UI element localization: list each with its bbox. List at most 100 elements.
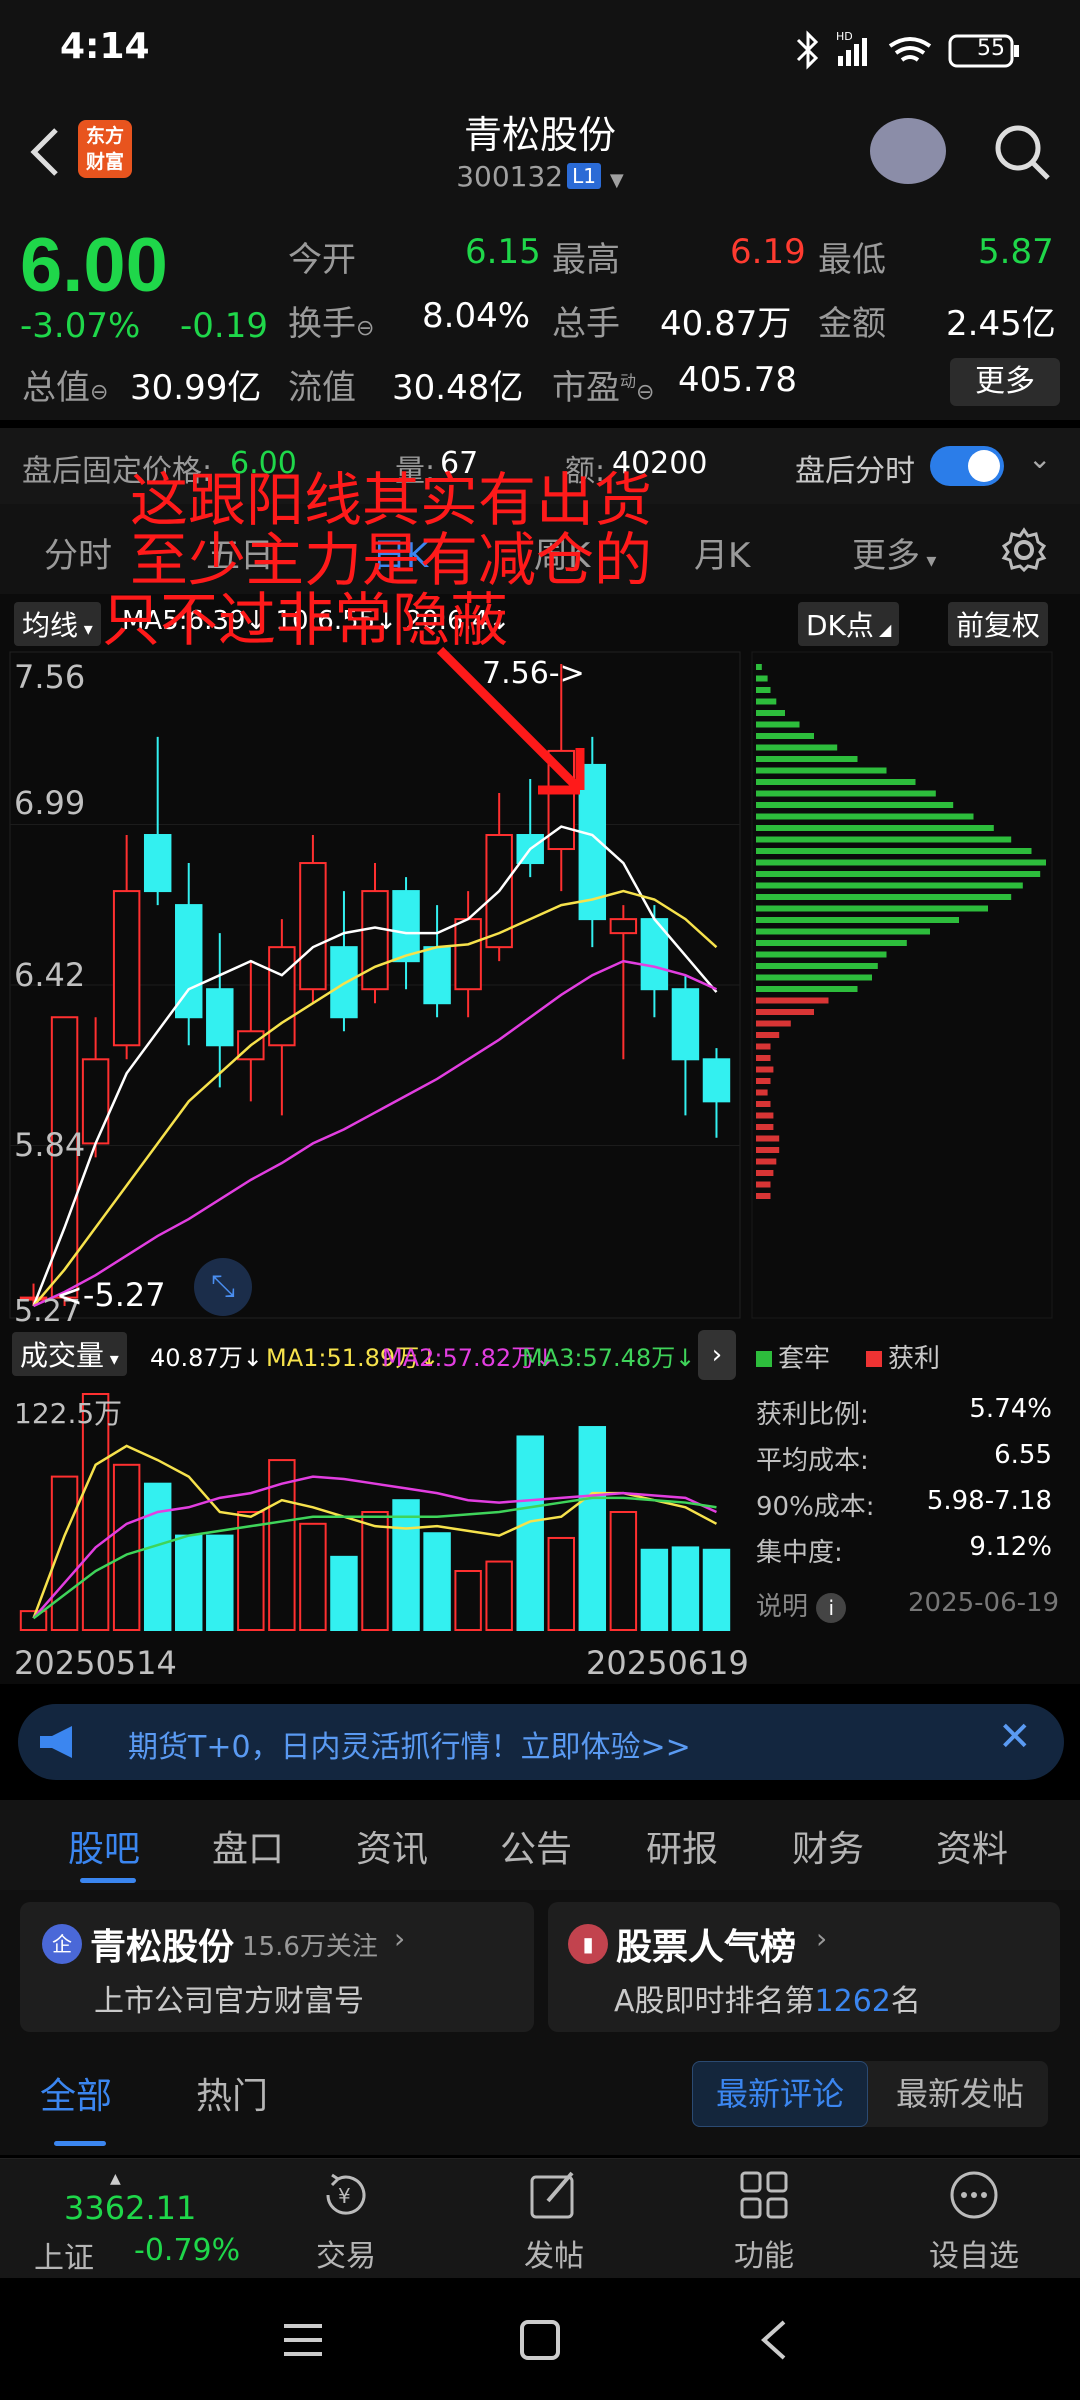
tab-daily-k[interactable]: 日K bbox=[372, 528, 428, 577]
card-title: 股票人气榜 bbox=[616, 1927, 797, 1968]
pe-value: 405.78 bbox=[678, 360, 797, 400]
chip-bar-hold bbox=[756, 721, 800, 728]
info-icon: ⊖ bbox=[356, 316, 375, 341]
chip-bar-profit bbox=[756, 1124, 774, 1130]
tab-all[interactable]: 全部 bbox=[40, 2067, 112, 2119]
chip-bar-profit bbox=[756, 1066, 774, 1073]
home-icon[interactable] bbox=[518, 2318, 562, 2362]
nav-add-watchlist[interactable]: 设自选 bbox=[914, 2167, 1034, 2275]
wifi-icon bbox=[888, 37, 932, 62]
tab-monthly-k[interactable]: 月K bbox=[694, 528, 750, 577]
turnover-label: 换手⊖ bbox=[288, 304, 375, 344]
chip-bar-hold bbox=[756, 836, 1012, 843]
volume-bar bbox=[609, 1511, 638, 1631]
tab-announcement[interactable]: 公告 bbox=[500, 1820, 572, 1872]
card-title: 青松股份 bbox=[90, 1927, 235, 1968]
chip-bar-profit bbox=[756, 1147, 780, 1153]
menu-icon[interactable] bbox=[280, 2320, 326, 2360]
tab-timeshare[interactable]: 分时 bbox=[44, 528, 112, 577]
tab-more[interactable]: 更多 ▾ bbox=[852, 528, 936, 577]
candle bbox=[423, 946, 451, 1005]
turnover-value: 8.04% bbox=[422, 296, 531, 336]
volume-tick: 122.5万 bbox=[14, 1397, 123, 1430]
nav-functions[interactable]: 功能 bbox=[704, 2167, 824, 2275]
expand-icon[interactable]: ⤡ bbox=[194, 1258, 252, 1316]
clock: 4:14 bbox=[60, 26, 150, 67]
volume-selector[interactable]: 成交量 ▾ bbox=[12, 1332, 127, 1376]
tab-indicator bbox=[54, 2141, 106, 2146]
index-value[interactable]: 3362.11 bbox=[64, 2189, 196, 2227]
tab-news[interactable]: 资讯 bbox=[356, 1820, 428, 1872]
svg-text:¥: ¥ bbox=[338, 2184, 351, 2208]
chip-bar-profit bbox=[756, 1158, 777, 1165]
nav-trade[interactable]: ¥ 交易 bbox=[286, 2167, 406, 2275]
tab-research[interactable]: 研报 bbox=[646, 1820, 718, 1872]
settings-gear-icon[interactable] bbox=[1000, 526, 1048, 574]
volume-bar bbox=[206, 1534, 234, 1631]
volume-bar bbox=[578, 1426, 607, 1631]
after-hours-amt-label: 额: bbox=[565, 454, 606, 489]
tab-guba[interactable]: 股吧 bbox=[68, 1820, 140, 1872]
volume-bar bbox=[485, 1560, 513, 1631]
chip-bar-hold bbox=[756, 675, 768, 682]
megaphone-icon bbox=[40, 1726, 72, 1758]
chip-bar-profit bbox=[756, 1078, 771, 1084]
chip-bar-hold bbox=[756, 963, 878, 969]
price-tick-max: 7.56 bbox=[14, 658, 86, 696]
chip-bar-profit bbox=[756, 1032, 780, 1038]
tab-five-day[interactable]: 五日 bbox=[206, 528, 274, 577]
period-tabs: 分时 五日 日K 周K 月K 更多 ▾ bbox=[0, 504, 1080, 594]
chip-bar-hold bbox=[756, 756, 858, 762]
vol-ma3: MA3:57.48万↓ bbox=[522, 1344, 696, 1372]
info-icon: ⊖ bbox=[90, 380, 109, 405]
official-account-card[interactable]: 企 青松股份 15.6万关注 › 上市公司官方财富号 bbox=[20, 1902, 534, 2032]
search-icon[interactable] bbox=[990, 120, 1054, 184]
chevron-down-icon[interactable]: ⌄ bbox=[1028, 442, 1051, 475]
after-hours-bar: 盘后固定价格: 6.00 量: 67 额: 40200 盘后分时 ⌄ bbox=[0, 428, 1080, 504]
close-icon[interactable]: ✕ bbox=[998, 1714, 1032, 1760]
back-icon[interactable] bbox=[756, 2318, 792, 2362]
amount-value: 2.45亿 bbox=[946, 304, 1056, 344]
chip-bar-profit bbox=[756, 1170, 774, 1176]
latest-post-button[interactable]: 最新发帖 bbox=[872, 2061, 1048, 2127]
edit-icon bbox=[530, 2171, 574, 2219]
tab-profile[interactable]: 资料 bbox=[936, 1820, 1008, 1872]
stat-label: 获利比例: bbox=[756, 1400, 869, 1430]
latest-comment-button[interactable]: 最新评论 bbox=[692, 2061, 868, 2127]
price-tick: 6.99 bbox=[14, 784, 86, 822]
bar-chart-icon: ▮ bbox=[568, 1924, 608, 1964]
tab-weekly-k[interactable]: 周K bbox=[534, 528, 590, 577]
volume-bar bbox=[423, 1532, 451, 1631]
tab-indicator bbox=[80, 1878, 136, 1883]
chip-bar-hold bbox=[756, 894, 1012, 900]
after-hours-toggle[interactable] bbox=[930, 446, 1004, 486]
nav-post[interactable]: 发帖 bbox=[494, 2167, 614, 2275]
note-link[interactable]: 说明 i bbox=[756, 1586, 847, 1623]
more-button[interactable]: 更多 bbox=[950, 358, 1060, 406]
popularity-rank-card[interactable]: ▮ 股票人气榜 › A股即时排名第1262名 bbox=[548, 1902, 1060, 2032]
chip-bar-hold bbox=[756, 951, 887, 958]
tab-finance[interactable]: 财务 bbox=[792, 1820, 864, 1872]
quote-panel: 6.00 -3.07% -0.19 今开 6.15 最高 6.19 最低 5.8… bbox=[0, 210, 1080, 420]
stock-code: 300132 bbox=[456, 160, 564, 193]
follow-count: 15.6万关注 bbox=[242, 1932, 378, 1962]
cost-90: 5.98-7.18 bbox=[926, 1486, 1052, 1516]
chip-bar-profit bbox=[756, 1112, 774, 1119]
chip-bar-hold bbox=[756, 825, 994, 831]
chip-bar-hold bbox=[756, 733, 814, 739]
tab-pankou[interactable]: 盘口 bbox=[212, 1820, 284, 1872]
stat-label: 集中度: bbox=[756, 1538, 843, 1568]
promo-banner[interactable]: 期货T+0，日内灵活抓行情！立即体验>> ✕ bbox=[18, 1704, 1064, 1780]
info-icon: ⊖ bbox=[636, 380, 655, 405]
volume-bar bbox=[19, 1610, 48, 1631]
volume-bar bbox=[143, 1482, 172, 1631]
expand-right-icon[interactable]: › bbox=[698, 1330, 736, 1380]
info-icon: i bbox=[816, 1593, 847, 1623]
card-subtitle: 上市公司官方财富号 bbox=[94, 1984, 364, 2019]
tab-hot[interactable]: 热门 bbox=[196, 2067, 268, 2119]
current-price: 6.00 bbox=[20, 223, 168, 308]
annotation-arrow-icon bbox=[436, 646, 585, 795]
robot-assistant-icon[interactable] bbox=[870, 118, 946, 184]
chip-bar-hold bbox=[756, 986, 858, 992]
more-dots-icon bbox=[950, 2171, 998, 2219]
